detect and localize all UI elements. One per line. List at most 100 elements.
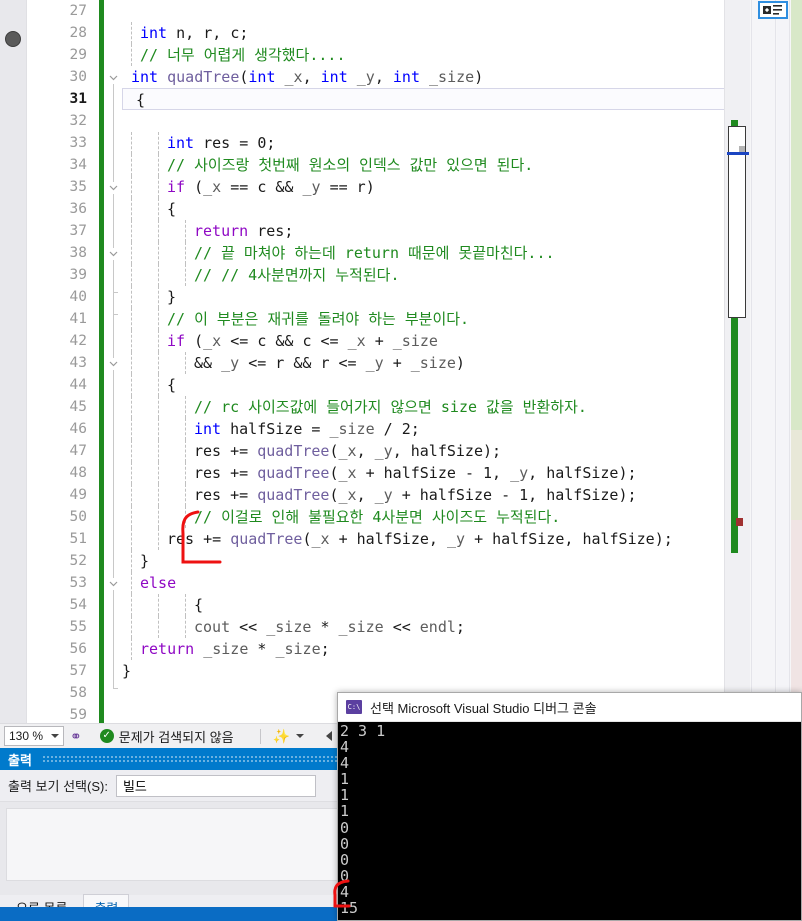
indent-guide: [158, 286, 159, 308]
console-title-text: 선택 Microsoft Visual Studio 디버그 콘솔: [370, 700, 597, 716]
code-line[interactable]: res += quadTree(_x, _y + halfSize - 1, h…: [105, 484, 724, 506]
vs-window: 27 28 29 30 31 32 33 34 35 36 37 38 39 40 41 42 43 44 45 46…: [0, 0, 802, 921]
code-editor[interactable]: 27 28 29 30 31 32 33 34 35 36 37 38 39 40 41 42 43 44 45 46…: [0, 0, 802, 723]
scrollbar-error-mark[interactable]: [736, 518, 743, 526]
vertical-scrollbar[interactable]: [724, 0, 750, 723]
code-line[interactable]: // 이걸로 인해 불필요한 4사분면 사이즈도 누적된다.: [105, 506, 724, 528]
code-text: return res;: [194, 222, 294, 240]
problems-status-text: 문제가 검색되지 않음: [118, 729, 234, 745]
code-line[interactable]: {: [105, 198, 724, 220]
code-line[interactable]: int quadTree(int _x, int _y, int _size): [105, 66, 724, 88]
code-line[interactable]: // rc 사이즈값에 들어가지 않으면 size 값을 반환하자.: [105, 396, 724, 418]
output-view-value: 빌드: [122, 779, 147, 794]
status-separator: [259, 728, 261, 744]
line-number: 28: [69, 25, 87, 41]
code-line[interactable]: [105, 0, 724, 22]
code-line[interactable]: }: [105, 550, 724, 572]
code-line[interactable]: res += quadTree(_x + halfSize, _y + half…: [105, 528, 724, 550]
code-line[interactable]: // 이 부분은 재귀를 돌려야 하는 부분이다.: [105, 308, 724, 330]
code-line[interactable]: }: [105, 660, 724, 682]
code-line[interactable]: && _y <= r && r <= _y + _size): [105, 352, 724, 374]
code-line[interactable]: {: [105, 594, 724, 616]
adjacent-panel-strip-3: [791, 0, 802, 723]
indent-guide: [185, 396, 186, 418]
code-line[interactable]: }: [105, 286, 724, 308]
indent-guide: [131, 132, 132, 154]
indent-guide: [185, 616, 186, 638]
code-line[interactable]: // // 4사분면까지 누적된다.: [105, 264, 724, 286]
code-line[interactable]: return res;: [105, 220, 724, 242]
line-number: 32: [69, 113, 87, 129]
code-text: if (_x == c && _y == r): [167, 178, 375, 196]
code-text: int n, r, c;: [140, 24, 249, 42]
code-line[interactable]: res += quadTree(_x, _y, halfSize);: [105, 440, 724, 462]
indent-guide: [158, 374, 159, 396]
line-number: 31: [69, 91, 87, 107]
code-line[interactable]: // 너무 어렵게 생각했다....: [105, 44, 724, 66]
line-number: 56: [69, 641, 87, 657]
code-text: {: [136, 91, 146, 109]
code-line[interactable]: int halfSize = _size / 2;: [105, 418, 724, 440]
line-number: 41: [69, 311, 87, 327]
console-output-line: 2 3 1: [340, 722, 386, 740]
chevron-down-icon[interactable]: [51, 734, 59, 738]
output-view-select[interactable]: 빌드: [115, 774, 316, 797]
code-cleanup-icon[interactable]: ✨: [273, 728, 290, 745]
code-line[interactable]: [105, 110, 724, 132]
scroll-left-icon[interactable]: [326, 731, 333, 741]
line-number: 48: [69, 465, 87, 481]
zoom-level-combobox[interactable]: 130 %: [4, 726, 64, 746]
code-line-current[interactable]: {: [122, 88, 724, 110]
code-text: // 너무 어렵게 생각했다....: [140, 46, 346, 64]
code-text: res += quadTree(_x + halfSize, _y + half…: [167, 530, 673, 548]
line-number-gutter: 27 28 29 30 31 32 33 34 35 36 37 38 39 40 41 42 43 44 45 46…: [27, 0, 97, 723]
indent-guide: [185, 462, 186, 484]
line-number: 49: [69, 487, 87, 503]
chevron-down-icon[interactable]: [296, 734, 305, 738]
editor-right-rail[interactable]: [724, 0, 802, 723]
indent-guide: [131, 154, 132, 176]
line-number: 57: [69, 663, 87, 679]
code-text: res += quadTree(_x, _y, halfSize);: [194, 442, 502, 460]
indent-guide: [158, 440, 159, 462]
code-line[interactable]: cout << _size * _size << endl;: [105, 616, 724, 638]
no-issues-icon: ✓: [99, 729, 114, 743]
line-number: 33: [69, 135, 87, 151]
indent-guide: [158, 242, 159, 264]
console-title-bar[interactable]: C:\ 선택 Microsoft Visual Studio 디버그 콘솔: [338, 693, 801, 722]
code-line[interactable]: // 사이즈랑 첫번째 원소의 인덱스 값만 있으면 된다.: [105, 154, 724, 176]
glyph-margin[interactable]: [0, 0, 27, 723]
indent-guide: [131, 418, 132, 440]
indent-guide: [131, 462, 132, 484]
code-line[interactable]: int n, r, c;: [105, 22, 724, 44]
code-line[interactable]: int res = 0;: [105, 132, 724, 154]
indent-guide: [131, 220, 132, 242]
code-text-area[interactable]: int n, r, c; // 너무 어렵게 생각했다.... int quadTr…: [105, 0, 724, 723]
breakpoint-icon[interactable]: [5, 31, 21, 47]
navigate-backward-icon[interactable]: ⚭: [70, 728, 82, 745]
code-line[interactable]: else: [105, 572, 724, 594]
indent-guide: [131, 506, 132, 528]
code-text: res += quadTree(_x + halfSize - 1, _y, h…: [194, 464, 637, 482]
indent-guide: [158, 528, 159, 550]
line-number: 29: [69, 47, 87, 63]
indent-guide: [158, 396, 159, 418]
console-output-line: 4: [340, 738, 350, 757]
code-line[interactable]: return _size * _size;: [105, 638, 724, 660]
indent-guide: [131, 286, 132, 308]
code-line[interactable]: if (_x <= c && c <= _x + _size: [105, 330, 724, 352]
debug-console-window[interactable]: C:\ 선택 Microsoft Visual Studio 디버그 콘솔 2 …: [337, 692, 802, 921]
output-window-title: 출력: [8, 752, 32, 768]
line-number: 53: [69, 575, 87, 591]
code-line[interactable]: {: [105, 374, 724, 396]
indent-guide: [158, 352, 159, 374]
code-line[interactable]: // 끝 마쳐야 하는데 return 때문에 못끝마친다...: [105, 242, 724, 264]
line-number: 43: [69, 355, 87, 371]
code-text: // 사이즈랑 첫번째 원소의 인덱스 값만 있으면 된다.: [167, 156, 534, 174]
console-output-area[interactable]: 2 3 1 4 4 1 1 1 0 0 0 0 4 15: [338, 722, 801, 920]
add-to-list-button[interactable]: [758, 1, 788, 19]
code-line[interactable]: res += quadTree(_x + halfSize - 1, _y, h…: [105, 462, 724, 484]
console-output-line: 15: [340, 899, 359, 918]
code-line[interactable]: if (_x == c && _y == r): [105, 176, 724, 198]
indent-guide: [158, 506, 159, 528]
